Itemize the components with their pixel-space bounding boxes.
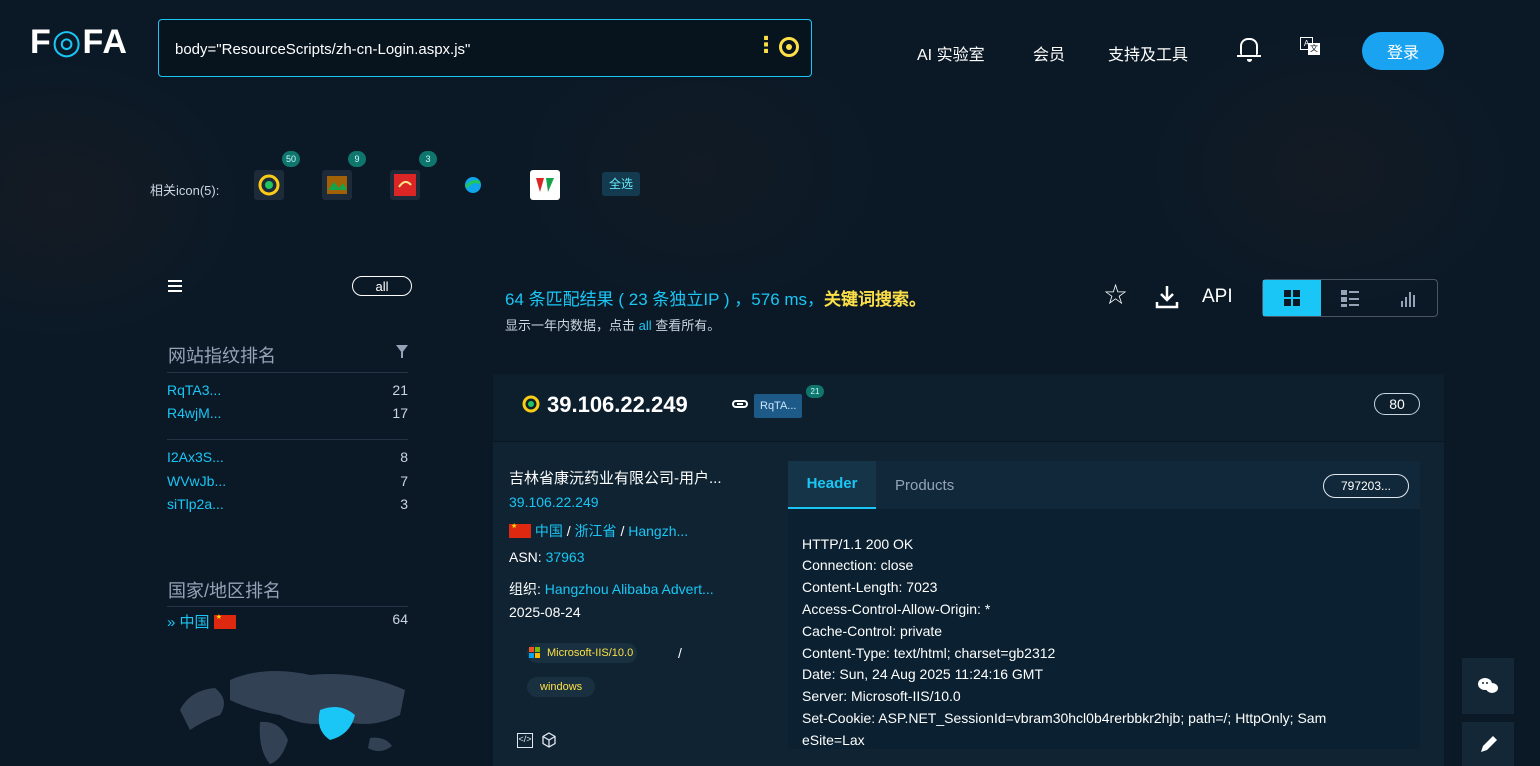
list-view-button[interactable]	[1321, 280, 1379, 316]
location-city[interactable]: Hangzh...	[628, 523, 688, 539]
link-icon[interactable]	[732, 400, 748, 408]
header-line: Access-Control-Allow-Origin: *	[802, 601, 991, 617]
translate-icon[interactable]: A文	[1300, 37, 1320, 55]
asn-link[interactable]: 37963	[546, 549, 585, 565]
result-title: 吉林省康沅药业有限公司-用户...	[509, 470, 722, 487]
related-icon-3-badge: 3	[419, 151, 437, 167]
china-flag-icon	[213, 613, 236, 629]
location-country[interactable]: 中国	[535, 523, 563, 539]
download-icon[interactable]	[1152, 282, 1182, 312]
location-province[interactable]: 浙江省	[575, 523, 617, 539]
related-icon-4[interactable]	[458, 170, 488, 200]
expand-icon[interactable]: »	[167, 614, 175, 631]
fofa-logo[interactable]: F◎FA	[30, 22, 128, 62]
port-badge[interactable]: 80	[1374, 393, 1420, 415]
view-switcher	[1262, 279, 1438, 317]
stats-view-button[interactable]	[1379, 280, 1437, 316]
server-tag[interactable]: Microsoft-IIS/10.0	[527, 643, 638, 663]
related-icon-3[interactable]	[390, 170, 420, 200]
windows-logo-icon	[529, 647, 541, 659]
login-button[interactable]: 登录	[1362, 32, 1444, 70]
bar-chart-icon	[1401, 292, 1415, 307]
keyword-search-link[interactable]: 关键词搜索。	[824, 290, 926, 309]
search-input[interactable]	[173, 36, 737, 62]
all-button[interactable]: all	[352, 276, 412, 296]
os-tag[interactable]: windows	[527, 677, 596, 697]
tab-header[interactable]: Header	[788, 461, 876, 509]
related-icons-label: 相关icon(5):	[150, 183, 220, 198]
search-icon[interactable]	[779, 37, 799, 57]
nav-ai-lab[interactable]: AI 实验室	[917, 41, 985, 65]
funnel-icon[interactable]	[396, 345, 408, 358]
filter-settings-icon[interactable]	[168, 280, 182, 292]
search-box[interactable]: ⋮	[158, 19, 812, 77]
result-summary: 64 条匹配结果 ( 23 条独立IP ) ，576 ms，关键词搜索。	[505, 290, 927, 309]
result-asn: ASN: 37963	[509, 549, 585, 565]
result-location: 中国 / 浙江省 / Hangzh...	[509, 521, 688, 541]
list-icon	[1341, 290, 1359, 307]
hash-badge[interactable]: 797203...	[1323, 474, 1409, 498]
country-item-china[interactable]: » 中国 64	[167, 611, 408, 631]
all-link[interactable]: all	[639, 318, 652, 333]
china-flag-icon	[509, 522, 531, 538]
header-line: Content-Type: text/html; charset=gb2312	[802, 645, 1056, 661]
wechat-button[interactable]	[1462, 658, 1514, 714]
fingerprint-item[interactable]: siTlp2a... 3	[167, 496, 408, 516]
header-line: Cache-Control: private	[802, 623, 943, 639]
related-icon-5[interactable]	[530, 170, 560, 200]
fingerprint-item[interactable]: R4wjM... 17	[167, 405, 408, 425]
bell-icon[interactable]	[1237, 38, 1261, 62]
separator: /	[678, 645, 682, 661]
wechat-icon	[1478, 678, 1498, 693]
header-line: HTTP/1.1 200 OK	[802, 536, 914, 552]
org-link[interactable]: Hangzhou Alibaba Advert...	[545, 581, 714, 597]
header-line: Content-Length: 7023	[802, 579, 938, 595]
result-org: 组织: Hangzhou Alibaba Advert...	[509, 581, 714, 597]
related-icon-2[interactable]	[322, 170, 352, 200]
fingerprint-rank-title: 网站指纹排名	[168, 346, 276, 366]
grid-icon	[1284, 290, 1300, 306]
star-icon[interactable]: ☆	[1103, 281, 1128, 309]
header-line: Set-Cookie: ASP.NET_SessionId=vbram30hcl…	[802, 710, 1327, 726]
world-map	[180, 671, 405, 764]
tab-products[interactable]: Products	[895, 477, 954, 494]
http-header-panel: HTTP/1.1 200 OK Connection: close Conten…	[788, 509, 1420, 749]
nav-support-tools[interactable]: 支持及工具	[1108, 41, 1188, 65]
api-button[interactable]: API	[1202, 286, 1233, 308]
related-icon-1-badge: 50	[282, 151, 300, 167]
fingerprint-tag-badge: 21	[806, 385, 824, 398]
header-line: eSite=Lax	[802, 732, 865, 748]
cube-icon[interactable]	[541, 732, 557, 748]
more-options-icon[interactable]: ⋮	[755, 34, 777, 56]
header-line: Connection: close	[802, 557, 914, 573]
pencil-icon	[1481, 736, 1497, 752]
nav-membership[interactable]: 会员	[1033, 41, 1065, 65]
feedback-button[interactable]	[1462, 722, 1514, 766]
divider	[167, 606, 408, 607]
header-line: Date: Sun, 24 Aug 2025 11:24:16 GMT	[802, 666, 1044, 682]
select-all-button[interactable]: 全选	[602, 172, 640, 196]
fingerprint-tag[interactable]: RqTA...	[754, 394, 803, 418]
fingerprint-item[interactable]: WVwJb... 7	[167, 473, 408, 493]
header-line: Server: Microsoft-IIS/10.0	[802, 688, 961, 704]
divider	[167, 439, 408, 440]
result-date: 2025-08-24	[509, 604, 581, 620]
related-icon-2-badge: 9	[348, 151, 366, 167]
fingerprint-item[interactable]: I2Ax3S... 8	[167, 449, 408, 469]
result-ip-small[interactable]: 39.106.22.249	[509, 494, 599, 510]
result-summary-note: 显示一年内数据，点击 all 查看所有。	[505, 318, 721, 333]
fingerprint-item[interactable]: RqTA3... 21	[167, 382, 408, 402]
grid-view-button[interactable]	[1263, 280, 1321, 316]
result-ip-link[interactable]: 39.106.22.249	[547, 392, 688, 418]
related-icon-1[interactable]	[254, 170, 284, 200]
code-icon[interactable]: </>	[517, 733, 533, 748]
site-favicon-icon	[522, 395, 540, 413]
country-rank-title: 国家/地区排名	[168, 581, 282, 601]
divider	[167, 372, 408, 373]
